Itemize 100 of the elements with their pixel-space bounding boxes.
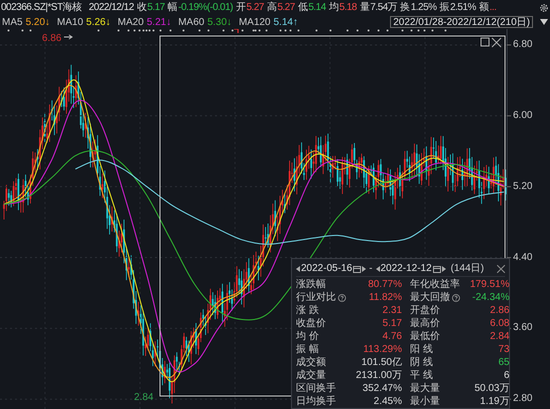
stat-value: 2.31	[382, 304, 402, 318]
quote-label: 振	[440, 1, 450, 15]
axis-label: 4.40	[513, 252, 532, 264]
quote-label: 幅	[168, 1, 178, 15]
stat-value: 5.17	[382, 317, 402, 331]
low-price-label: 2.84	[134, 391, 154, 405]
stat-label: 成交额	[296, 356, 326, 370]
date-range-dropdown[interactable]: 2022/01/28-2022/12/12(210日)	[390, 16, 533, 28]
date-field[interactable]: 2022-05-16	[301, 261, 352, 276]
stat-label: 收盘价	[296, 317, 326, 331]
indicator-label: MA120	[238, 16, 270, 30]
help-icon[interactable]	[338, 294, 346, 302]
stat-value: 1.19万	[480, 395, 510, 409]
arrow-icon	[64, 34, 73, 40]
quote-label: 额	[478, 0, 488, 15]
indicator-label: MA60	[178, 16, 204, 30]
quote-value: ...	[489, 2, 496, 15]
axis-label: 3.60	[513, 322, 532, 334]
stat-label: 均 价	[296, 330, 319, 344]
previous-icon[interactable]	[296, 266, 300, 272]
flag-icon	[234, 29, 239, 33]
stat-label: 区间换手	[296, 382, 336, 396]
stat-value: 2.45%	[374, 395, 402, 409]
stat-label: 涨 跌	[296, 304, 319, 318]
stat-label: 开盘价	[410, 304, 440, 318]
quote-value: 5.27	[246, 1, 264, 15]
stat-label: 最小量	[410, 394, 440, 409]
stat-label: 年化收益率	[410, 278, 460, 292]
quote-label: 均	[328, 1, 338, 15]
next-icon[interactable]	[362, 266, 366, 272]
high-price-label: 6.86	[42, 32, 62, 46]
caret-icon	[540, 19, 548, 25]
settings-icon[interactable]	[539, 2, 549, 12]
stat-value: 101.50亿	[361, 356, 402, 370]
indicator-label: MA10	[57, 16, 84, 30]
indicator-label: MA5	[2, 16, 23, 30]
stat-value: 2.84	[490, 330, 510, 344]
indicator-value: 5.30↓	[207, 16, 232, 30]
quote-value: 5.18	[339, 1, 357, 15]
stat-value: 6.08	[490, 317, 510, 331]
axis-label: 6.80	[513, 38, 532, 51]
stat-value: 65	[498, 356, 510, 370]
quote-label: 低	[298, 1, 308, 15]
next-icon[interactable]	[442, 266, 446, 272]
quote-value: 5.27	[277, 1, 295, 15]
stat-label: 阴 线	[410, 356, 433, 370]
indicator-label: MA20	[118, 16, 144, 30]
close-icon[interactable]	[497, 264, 505, 272]
quote-label: 换	[400, 1, 410, 15]
stat-value: 6	[504, 369, 510, 383]
stat-label: 最大量	[410, 382, 440, 396]
quote-value: 1.25%	[410, 1, 437, 15]
axis-label: 5.20	[513, 180, 532, 193]
stat-label: 振 幅	[296, 343, 319, 356]
stat-label: 日均换手	[296, 394, 336, 409]
quote-label: 开	[236, 1, 246, 15]
quote-label: 量	[360, 1, 370, 15]
indicator-value: 5.21↓	[146, 16, 172, 30]
quote-value: -0.19%(-0.01)	[178, 1, 233, 15]
stat-value: -24.34%	[472, 291, 510, 305]
quote-label: 高	[266, 0, 276, 15]
stat-value: 11.82%	[368, 291, 402, 305]
quote-value: 2.51%	[450, 1, 476, 15]
calendar-icon[interactable]	[353, 264, 362, 272]
indicator-value: 5.14↑	[274, 16, 298, 30]
help-icon[interactable]	[452, 294, 460, 302]
stat-label: 最大回撤	[410, 290, 450, 305]
quote-label: 收	[136, 1, 146, 15]
quote-value: 5.14	[308, 1, 326, 15]
stat-label: 行业对比	[296, 290, 336, 304]
range-separator: -	[369, 262, 372, 276]
stat-label: 平 线	[410, 368, 433, 382]
axis-label: 2.80	[513, 393, 532, 406]
stat-value: 50.03万	[474, 382, 510, 396]
close-icon[interactable]	[492, 38, 502, 48]
axis-label: 6.00	[513, 110, 532, 122]
stat-label: 阳 线	[410, 342, 433, 356]
quote-value: 5.17	[147, 1, 165, 15]
stat-label: 最高价	[410, 316, 440, 331]
stat-label: 涨跌幅	[296, 278, 326, 292]
stock-symbol: 002366.SZ|*ST海核	[1, 0, 82, 15]
quote-value: 7.54万	[370, 1, 398, 15]
stat-value: 2131.00万	[356, 369, 402, 383]
indicator-value: 5.20↓	[26, 16, 50, 30]
stat-label: 成交量	[296, 368, 326, 383]
stat-value: 179.51%	[470, 278, 510, 292]
indicator-value: 5.26↓	[86, 16, 111, 30]
date-field[interactable]: 2022-12-12	[380, 261, 432, 276]
maximize-icon[interactable]	[480, 38, 490, 46]
day-count: (144日)	[450, 262, 484, 276]
quote-date: 2022/12/12	[88, 1, 134, 15]
stat-value: 73	[498, 343, 510, 357]
stat-label: 最低价	[410, 330, 440, 344]
stat-value: 80.77%	[368, 278, 402, 292]
stat-value: 4.76	[382, 330, 402, 344]
stat-value: 352.47%	[362, 382, 402, 396]
stat-value: 113.29%	[363, 343, 402, 357]
calendar-icon[interactable]	[432, 264, 441, 272]
stat-value: 2.86	[490, 304, 510, 318]
previous-icon[interactable]	[376, 266, 380, 272]
